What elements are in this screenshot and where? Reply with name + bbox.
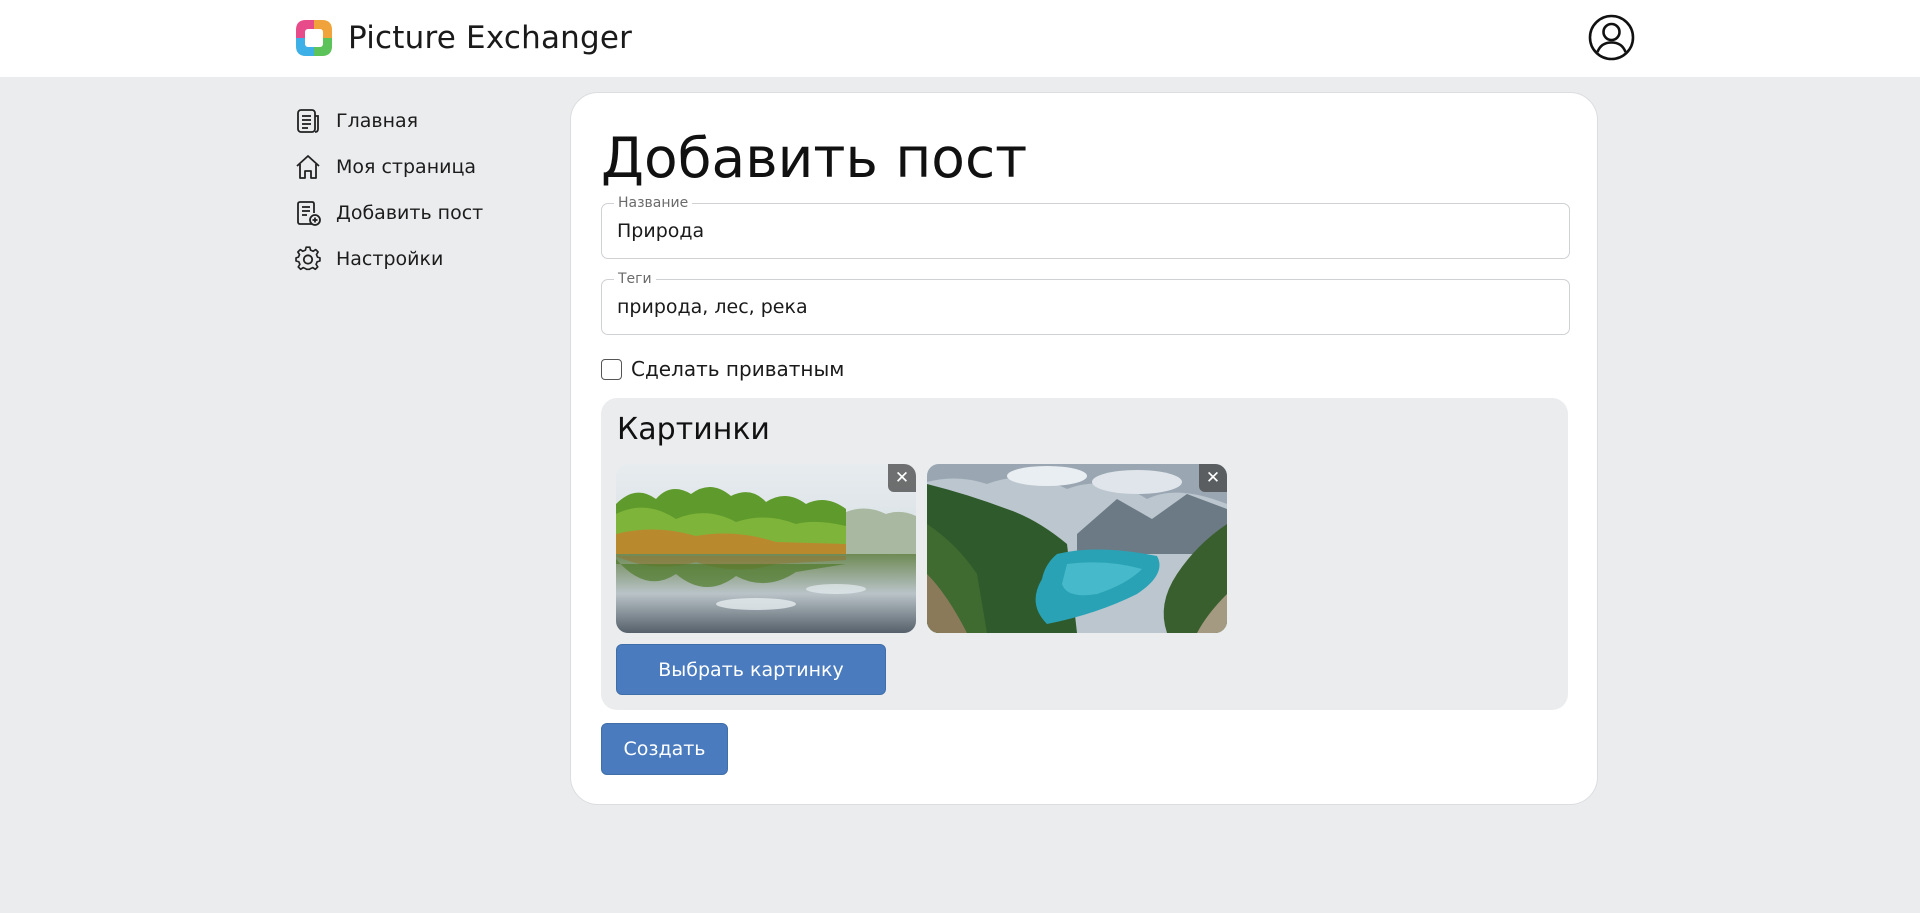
mountain-lake-image [927, 464, 1227, 633]
app-title: Picture Exchanger [348, 20, 633, 56]
sidebar-item-label: Настройки [336, 248, 444, 270]
name-field: Название [601, 195, 1570, 259]
user-circle-icon[interactable] [1588, 14, 1635, 61]
sidebar: Главная Моя страница Добавить пост Настр… [294, 98, 554, 282]
sidebar-item-my-page[interactable]: Моя страница [294, 144, 554, 190]
home-icon [294, 153, 322, 181]
page-title: Добавить пост [601, 126, 1028, 190]
sidebar-item-add-post[interactable]: Добавить пост [294, 190, 554, 236]
top-bar: Picture Exchanger [0, 0, 1920, 77]
choose-picture-button[interactable]: Выбрать картинку [616, 644, 886, 695]
add-document-icon [294, 199, 322, 227]
tags-field: Теги [601, 271, 1570, 335]
private-checkbox-label[interactable]: Сделать приватным [631, 357, 844, 381]
create-button[interactable]: Создать [601, 723, 728, 775]
add-post-card: Добавить пост Название Теги Сделать прив… [570, 92, 1598, 805]
forest-lake-image [616, 464, 916, 633]
pictures-section: Картинки ✕ ✕ Выбрать картинку [601, 398, 1568, 710]
sidebar-item-label: Добавить пост [336, 202, 484, 224]
private-checkbox-row[interactable]: Сделать приватным [601, 357, 844, 381]
name-input[interactable] [617, 204, 1557, 258]
picture-thumbnail: ✕ [616, 464, 916, 633]
tags-input[interactable] [617, 280, 1557, 334]
picture-thumbnail: ✕ [927, 464, 1227, 633]
pictures-title: Картинки [617, 412, 770, 447]
sidebar-item-label: Главная [336, 110, 419, 132]
sidebar-item-label: Моя страница [336, 156, 477, 178]
private-checkbox[interactable] [601, 358, 622, 380]
remove-picture-button[interactable]: ✕ [1199, 464, 1227, 492]
gear-icon [294, 245, 322, 273]
app-logo-icon[interactable] [295, 19, 333, 57]
remove-picture-button[interactable]: ✕ [888, 464, 916, 492]
sidebar-item-home[interactable]: Главная [294, 98, 554, 144]
sidebar-item-settings[interactable]: Настройки [294, 236, 554, 282]
document-icon [294, 107, 322, 135]
